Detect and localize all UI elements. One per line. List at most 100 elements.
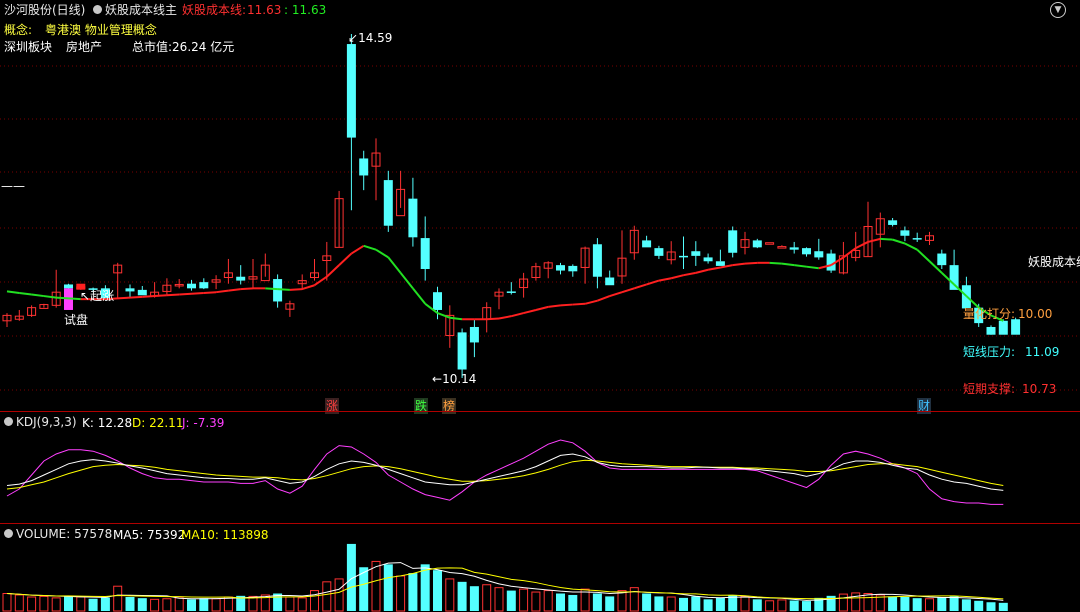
volume-bar[interactable] xyxy=(100,597,110,611)
candle[interactable] xyxy=(383,170,393,232)
volume-bar[interactable] xyxy=(912,598,922,611)
candlestick-chart[interactable] xyxy=(0,0,1080,412)
volume-bar[interactable] xyxy=(76,596,86,612)
candle[interactable] xyxy=(187,279,196,291)
volume-bar[interactable] xyxy=(494,587,504,612)
candle[interactable] xyxy=(469,320,479,358)
candle[interactable] xyxy=(51,269,61,308)
volume-bar[interactable] xyxy=(174,597,184,612)
candle[interactable] xyxy=(691,241,701,266)
volume-bar[interactable] xyxy=(150,598,160,612)
volume-bar[interactable] xyxy=(900,597,910,611)
volume-bar[interactable] xyxy=(740,595,750,612)
candle[interactable] xyxy=(519,272,529,298)
candle[interactable] xyxy=(752,238,762,249)
candle[interactable] xyxy=(740,231,750,255)
volume-bar[interactable] xyxy=(506,590,516,611)
candle[interactable] xyxy=(592,238,602,289)
volume-bar[interactable] xyxy=(113,585,123,612)
volume-bar[interactable] xyxy=(679,597,688,611)
volume-bar[interactable] xyxy=(802,601,811,611)
volume-bar[interactable] xyxy=(125,597,135,611)
volume-bar[interactable] xyxy=(961,599,971,611)
volume-bar[interactable] xyxy=(777,599,787,612)
volume-bar[interactable] xyxy=(88,598,98,611)
candle[interactable] xyxy=(986,325,996,335)
candle[interactable] xyxy=(2,313,12,327)
volume-bar[interactable] xyxy=(457,581,467,611)
candle[interactable] xyxy=(359,150,369,191)
candle[interactable] xyxy=(396,170,406,217)
volume-bar[interactable] xyxy=(605,596,615,611)
candle[interactable] xyxy=(937,249,947,270)
candle[interactable] xyxy=(765,242,775,245)
volume-bar[interactable] xyxy=(39,595,49,612)
candle[interactable] xyxy=(223,258,233,284)
candle[interactable] xyxy=(728,226,738,258)
candle[interactable] xyxy=(888,217,898,227)
candle[interactable] xyxy=(310,258,319,281)
candle[interactable] xyxy=(482,302,492,333)
volume-bar[interactable] xyxy=(322,581,332,612)
candle[interactable] xyxy=(629,225,639,260)
volume-bar[interactable] xyxy=(51,597,61,612)
candle[interactable] xyxy=(703,253,713,264)
candle[interactable] xyxy=(666,241,676,265)
candle[interactable] xyxy=(814,238,824,260)
volume-bar[interactable] xyxy=(297,597,307,612)
candle[interactable] xyxy=(494,288,504,310)
candle[interactable] xyxy=(875,212,885,248)
candle[interactable] xyxy=(211,275,221,290)
candle[interactable] xyxy=(199,278,209,290)
candle[interactable] xyxy=(113,262,123,300)
volume-bar[interactable] xyxy=(482,584,492,612)
volume-bar[interactable] xyxy=(162,598,172,612)
candle[interactable] xyxy=(445,305,455,348)
candle[interactable] xyxy=(408,177,418,247)
candle[interactable] xyxy=(777,245,787,249)
candle[interactable] xyxy=(826,249,836,273)
candle[interactable] xyxy=(531,262,541,281)
volume-bar[interactable] xyxy=(469,586,479,611)
volume-bar[interactable] xyxy=(949,596,959,611)
volume-bar[interactable] xyxy=(14,594,24,612)
volume-bar[interactable] xyxy=(396,575,406,612)
candle[interactable] xyxy=(802,247,811,257)
volume-bar[interactable] xyxy=(310,590,319,612)
volume-bar[interactable] xyxy=(383,564,393,611)
candle[interactable] xyxy=(174,279,184,289)
candle[interactable] xyxy=(285,300,295,317)
candle[interactable] xyxy=(789,241,799,254)
volume-bar[interactable] xyxy=(592,593,602,612)
volume-bar[interactable] xyxy=(285,596,295,612)
volume-bar[interactable] xyxy=(531,591,541,612)
candle[interactable] xyxy=(617,230,627,284)
volume-bar[interactable] xyxy=(187,599,196,611)
candle[interactable] xyxy=(273,274,283,308)
candle[interactable] xyxy=(248,258,258,289)
volume-bar[interactable] xyxy=(765,600,775,612)
volume-bar[interactable] xyxy=(64,595,73,611)
candle[interactable] xyxy=(125,284,135,298)
volume-bar[interactable] xyxy=(789,600,799,612)
candle[interactable] xyxy=(568,264,578,277)
candle[interactable] xyxy=(260,253,270,282)
volume-bar[interactable] xyxy=(974,600,984,611)
volume-bar[interactable] xyxy=(199,598,209,611)
candle[interactable] xyxy=(580,246,590,284)
volume-bar[interactable] xyxy=(691,596,701,611)
candle[interactable] xyxy=(556,262,565,275)
candle[interactable] xyxy=(912,232,922,242)
volume-bar[interactable] xyxy=(937,597,947,611)
volume-bar[interactable] xyxy=(211,598,221,612)
candle[interactable] xyxy=(137,286,147,296)
volume-bar[interactable] xyxy=(654,596,664,611)
volume-bar[interactable] xyxy=(568,594,578,611)
volume-bar[interactable] xyxy=(666,596,676,612)
candle[interactable] xyxy=(14,309,24,321)
volume-bar[interactable] xyxy=(888,596,898,611)
volume-bar[interactable] xyxy=(715,597,725,611)
volume-bar[interactable] xyxy=(617,590,627,612)
candle[interactable] xyxy=(506,282,516,295)
kdj-menu-icon[interactable] xyxy=(4,417,13,426)
